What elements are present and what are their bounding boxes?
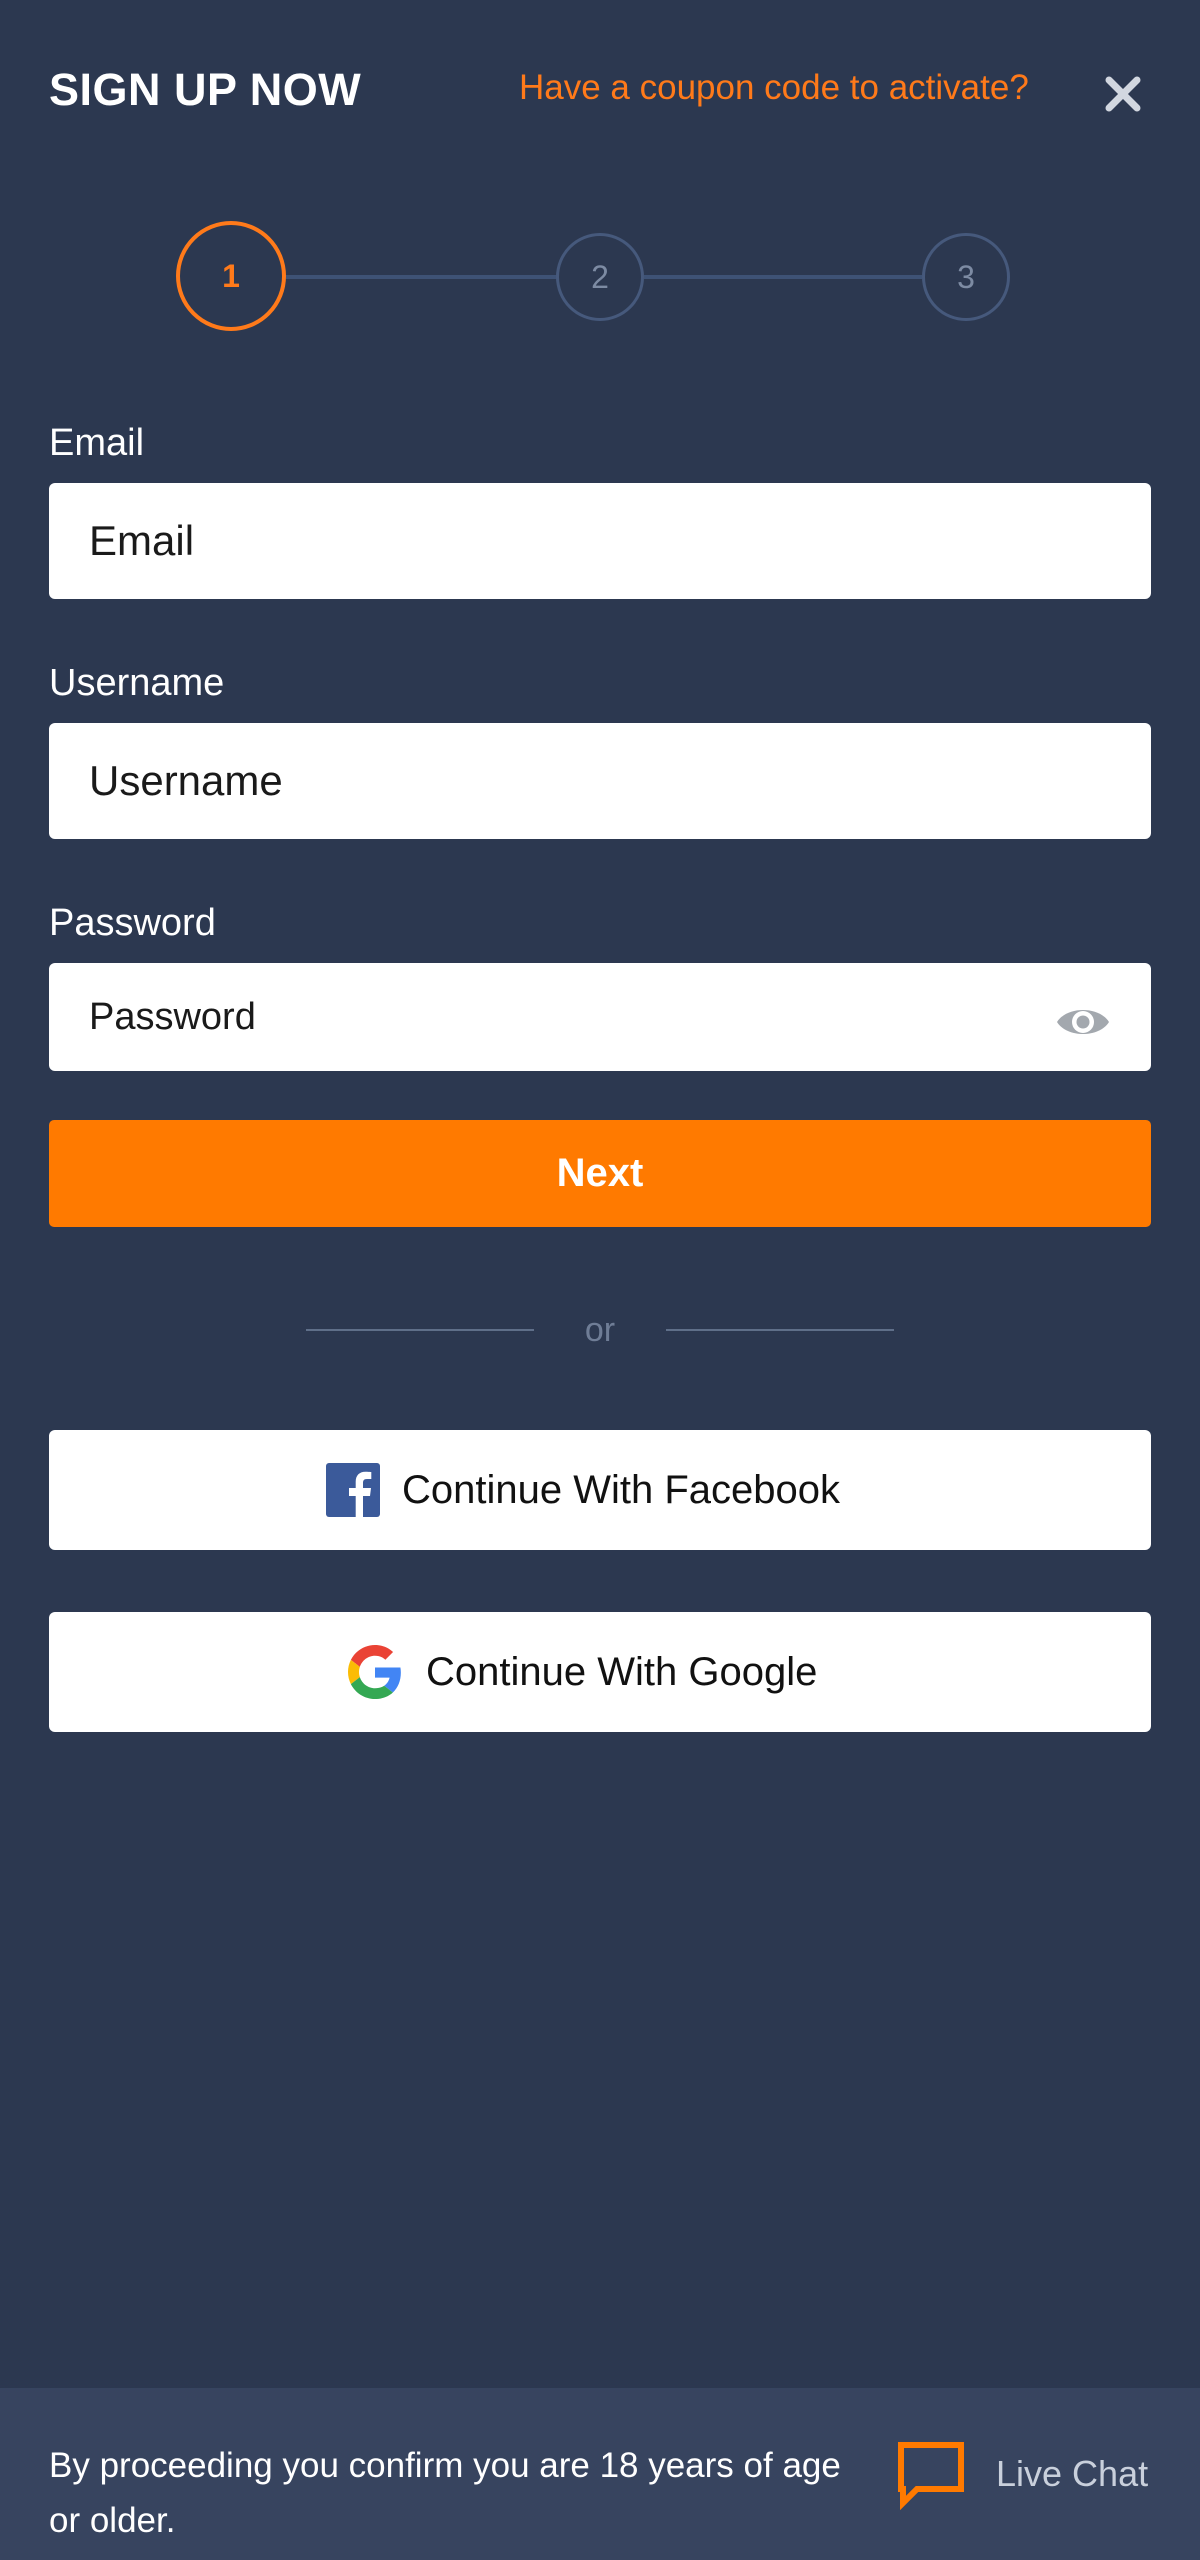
divider-line-right [666, 1329, 894, 1331]
google-icon [348, 1645, 401, 1699]
username-label: Username [49, 662, 225, 704]
page-title: SIGN UP NOW [49, 64, 362, 115]
continue-with-google-button[interactable]: Continue With Google [49, 1612, 1151, 1732]
divider-or: or [584, 1311, 616, 1349]
eye-icon[interactable] [1054, 998, 1112, 1046]
facebook-icon [326, 1463, 380, 1517]
step-1: 1 [176, 221, 286, 331]
username-field[interactable] [49, 723, 1151, 839]
close-icon[interactable] [1103, 74, 1143, 114]
password-field[interactable] [49, 963, 1151, 1071]
divider-line-left [306, 1329, 534, 1331]
header: SIGN UP NOW Have a coupon code to activa… [0, 0, 1200, 180]
footer: By proceeding you confirm you are 18 yea… [0, 2388, 1200, 2560]
age-disclaimer: By proceeding you confirm you are 18 yea… [49, 2446, 841, 2540]
step-2: 2 [556, 233, 644, 321]
continue-with-facebook-button[interactable]: Continue With Facebook [49, 1430, 1151, 1550]
live-chat-label: Live Chat [996, 2453, 1149, 2494]
email-label: Email [49, 422, 145, 464]
coupon-code-link[interactable]: Have a coupon code to activate? [519, 66, 1029, 110]
facebook-button-label: Continue With Facebook [402, 1467, 841, 1512]
step-connector [284, 275, 558, 279]
email-field[interactable] [49, 483, 1151, 599]
password-label: Password [49, 902, 216, 944]
google-button-label: Continue With Google [426, 1649, 818, 1694]
chat-bubble-icon [898, 2442, 964, 2510]
next-button[interactable]: Next [49, 1120, 1151, 1227]
step-3: 3 [922, 233, 1010, 321]
progress-stepper: 1 2 3 [0, 200, 1200, 360]
step-connector [644, 275, 922, 279]
